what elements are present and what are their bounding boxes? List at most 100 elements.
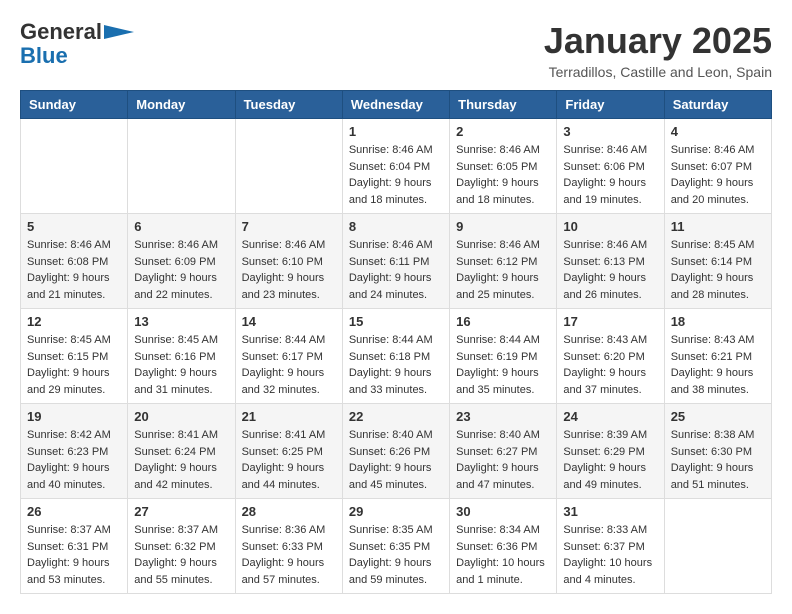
calendar-cell: 5 Sunrise: 8:46 AM Sunset: 6:08 PM Daylig…: [21, 214, 128, 309]
calendar-cell: 24 Sunrise: 8:39 AM Sunset: 6:29 PM Dayli…: [557, 404, 664, 499]
calendar-cell: 6 Sunrise: 8:46 AM Sunset: 6:09 PM Daylig…: [128, 214, 235, 309]
day-info: Sunrise: 8:46 AM Sunset: 6:12 PM Dayligh…: [456, 237, 550, 303]
week-row-5: 26 Sunrise: 8:37 AM Sunset: 6:31 PM Dayli…: [21, 499, 772, 594]
calendar-cell: 8 Sunrise: 8:46 AM Sunset: 6:11 PM Daylig…: [342, 214, 449, 309]
weekday-header-wednesday: Wednesday: [342, 91, 449, 119]
day-number: 30: [456, 504, 550, 519]
title-block: January 2025 Terradillos, Castille and L…: [544, 20, 772, 80]
day-info: Sunrise: 8:46 AM Sunset: 6:07 PM Dayligh…: [671, 142, 765, 208]
day-info: Sunrise: 8:38 AM Sunset: 6:30 PM Dayligh…: [671, 427, 765, 493]
calendar-cell: 16Sunrise: 8:44 AM Sunset: 6:19 PM Dayli…: [450, 309, 557, 404]
day-number: 26: [27, 504, 121, 519]
day-info: Sunrise: 8:46 AM Sunset: 6:05 PM Dayligh…: [456, 142, 550, 208]
calendar-cell: 4Sunrise: 8:46 AM Sunset: 6:07 PM Daylig…: [664, 119, 771, 214]
day-info: Sunrise: 8:33 AM Sunset: 6:37 PM Dayligh…: [563, 522, 657, 588]
week-row-1: 1 Sunrise: 8:46 AM Sunset: 6:04 PM Daylig…: [21, 119, 772, 214]
day-number: 14: [242, 314, 336, 329]
day-number: 31: [563, 504, 657, 519]
calendar-cell: 27 Sunrise: 8:37 AM Sunset: 6:32 PM Dayli…: [128, 499, 235, 594]
week-row-3: 12 Sunrise: 8:45 AM Sunset: 6:15 PM Dayli…: [21, 309, 772, 404]
calendar-cell: 17 Sunrise: 8:43 AM Sunset: 6:20 PM Dayli…: [557, 309, 664, 404]
day-number: 11: [671, 219, 765, 234]
calendar-cell: 22 Sunrise: 8:40 AM Sunset: 6:26 PM Dayli…: [342, 404, 449, 499]
day-info: Sunrise: 8:36 AM Sunset: 6:33 PM Dayligh…: [242, 522, 336, 588]
day-number: 9: [456, 219, 550, 234]
calendar-cell: [664, 499, 771, 594]
calendar-cell: 30Sunrise: 8:34 AM Sunset: 6:36 PM Dayli…: [450, 499, 557, 594]
calendar-cell: 14 Sunrise: 8:44 AM Sunset: 6:17 PM Dayli…: [235, 309, 342, 404]
calendar-cell: 7 Sunrise: 8:46 AM Sunset: 6:10 PM Daylig…: [235, 214, 342, 309]
day-info: Sunrise: 8:45 AM Sunset: 6:16 PM Dayligh…: [134, 332, 228, 398]
day-number: 24: [563, 409, 657, 424]
calendar-cell: 20 Sunrise: 8:41 AM Sunset: 6:24 PM Dayli…: [128, 404, 235, 499]
day-number: 19: [27, 409, 121, 424]
weekday-header-thursday: Thursday: [450, 91, 557, 119]
calendar-cell: 21 Sunrise: 8:41 AM Sunset: 6:25 PM Dayli…: [235, 404, 342, 499]
weekday-header-monday: Monday: [128, 91, 235, 119]
day-number: 6: [134, 219, 228, 234]
day-info: Sunrise: 8:42 AM Sunset: 6:23 PM Dayligh…: [27, 427, 121, 493]
day-number: 29: [349, 504, 443, 519]
day-number: 25: [671, 409, 765, 424]
calendar-cell: 18 Sunrise: 8:43 AM Sunset: 6:21 PM Dayli…: [664, 309, 771, 404]
day-info: Sunrise: 8:43 AM Sunset: 6:21 PM Dayligh…: [671, 332, 765, 398]
day-info: Sunrise: 8:35 AM Sunset: 6:35 PM Dayligh…: [349, 522, 443, 588]
weekday-header-tuesday: Tuesday: [235, 91, 342, 119]
day-number: 1: [349, 124, 443, 139]
day-info: Sunrise: 8:39 AM Sunset: 6:29 PM Dayligh…: [563, 427, 657, 493]
day-number: 27: [134, 504, 228, 519]
weekday-header-sunday: Sunday: [21, 91, 128, 119]
day-info: Sunrise: 8:45 AM Sunset: 6:15 PM Dayligh…: [27, 332, 121, 398]
calendar-cell: 1 Sunrise: 8:46 AM Sunset: 6:04 PM Daylig…: [342, 119, 449, 214]
day-info: Sunrise: 8:46 AM Sunset: 6:09 PM Dayligh…: [134, 237, 228, 303]
day-number: 10: [563, 219, 657, 234]
day-info: Sunrise: 8:46 AM Sunset: 6:11 PM Dayligh…: [349, 237, 443, 303]
day-number: 15: [349, 314, 443, 329]
weekday-header-friday: Friday: [557, 91, 664, 119]
day-number: 21: [242, 409, 336, 424]
calendar-cell: 25 Sunrise: 8:38 AM Sunset: 6:30 PM Dayli…: [664, 404, 771, 499]
day-info: Sunrise: 8:40 AM Sunset: 6:27 PM Dayligh…: [456, 427, 550, 493]
day-number: 7: [242, 219, 336, 234]
day-info: Sunrise: 8:45 AM Sunset: 6:14 PM Dayligh…: [671, 237, 765, 303]
day-number: 22: [349, 409, 443, 424]
page-header: General Blue January 2025 Terradillos, C…: [20, 20, 772, 80]
logo-flag-icon: [104, 25, 134, 39]
day-number: 8: [349, 219, 443, 234]
day-number: 23: [456, 409, 550, 424]
day-info: Sunrise: 8:46 AM Sunset: 6:10 PM Dayligh…: [242, 237, 336, 303]
location: Terradillos, Castille and Leon, Spain: [544, 64, 772, 80]
calendar-cell: [235, 119, 342, 214]
logo-text: General: [20, 20, 102, 44]
day-info: Sunrise: 8:43 AM Sunset: 6:20 PM Dayligh…: [563, 332, 657, 398]
day-number: 3: [563, 124, 657, 139]
day-info: Sunrise: 8:46 AM Sunset: 6:08 PM Dayligh…: [27, 237, 121, 303]
day-number: 13: [134, 314, 228, 329]
day-number: 18: [671, 314, 765, 329]
day-number: 5: [27, 219, 121, 234]
calendar-cell: 23 Sunrise: 8:40 AM Sunset: 6:27 PM Dayli…: [450, 404, 557, 499]
calendar-cell: [21, 119, 128, 214]
day-info: Sunrise: 8:40 AM Sunset: 6:26 PM Dayligh…: [349, 427, 443, 493]
day-info: Sunrise: 8:44 AM Sunset: 6:17 PM Dayligh…: [242, 332, 336, 398]
day-number: 20: [134, 409, 228, 424]
calendar-cell: 9 Sunrise: 8:46 AM Sunset: 6:12 PM Daylig…: [450, 214, 557, 309]
calendar-cell: 12 Sunrise: 8:45 AM Sunset: 6:15 PM Dayli…: [21, 309, 128, 404]
day-number: 16: [456, 314, 550, 329]
calendar-cell: 13 Sunrise: 8:45 AM Sunset: 6:16 PM Dayli…: [128, 309, 235, 404]
day-info: Sunrise: 8:41 AM Sunset: 6:24 PM Dayligh…: [134, 427, 228, 493]
day-info: Sunrise: 8:46 AM Sunset: 6:04 PM Dayligh…: [349, 142, 443, 208]
calendar-cell: 28 Sunrise: 8:36 AM Sunset: 6:33 PM Dayli…: [235, 499, 342, 594]
logo: General Blue: [20, 20, 134, 68]
day-number: 12: [27, 314, 121, 329]
day-number: 2: [456, 124, 550, 139]
day-number: 17: [563, 314, 657, 329]
day-info: Sunrise: 8:44 AM Sunset: 6:18 PM Dayligh…: [349, 332, 443, 398]
day-number: 28: [242, 504, 336, 519]
day-info: Sunrise: 8:41 AM Sunset: 6:25 PM Dayligh…: [242, 427, 336, 493]
day-info: Sunrise: 8:37 AM Sunset: 6:32 PM Dayligh…: [134, 522, 228, 588]
calendar-cell: 10Sunrise: 8:46 AM Sunset: 6:13 PM Dayli…: [557, 214, 664, 309]
calendar-cell: [128, 119, 235, 214]
day-info: Sunrise: 8:37 AM Sunset: 6:31 PM Dayligh…: [27, 522, 121, 588]
calendar-cell: 15 Sunrise: 8:44 AM Sunset: 6:18 PM Dayli…: [342, 309, 449, 404]
